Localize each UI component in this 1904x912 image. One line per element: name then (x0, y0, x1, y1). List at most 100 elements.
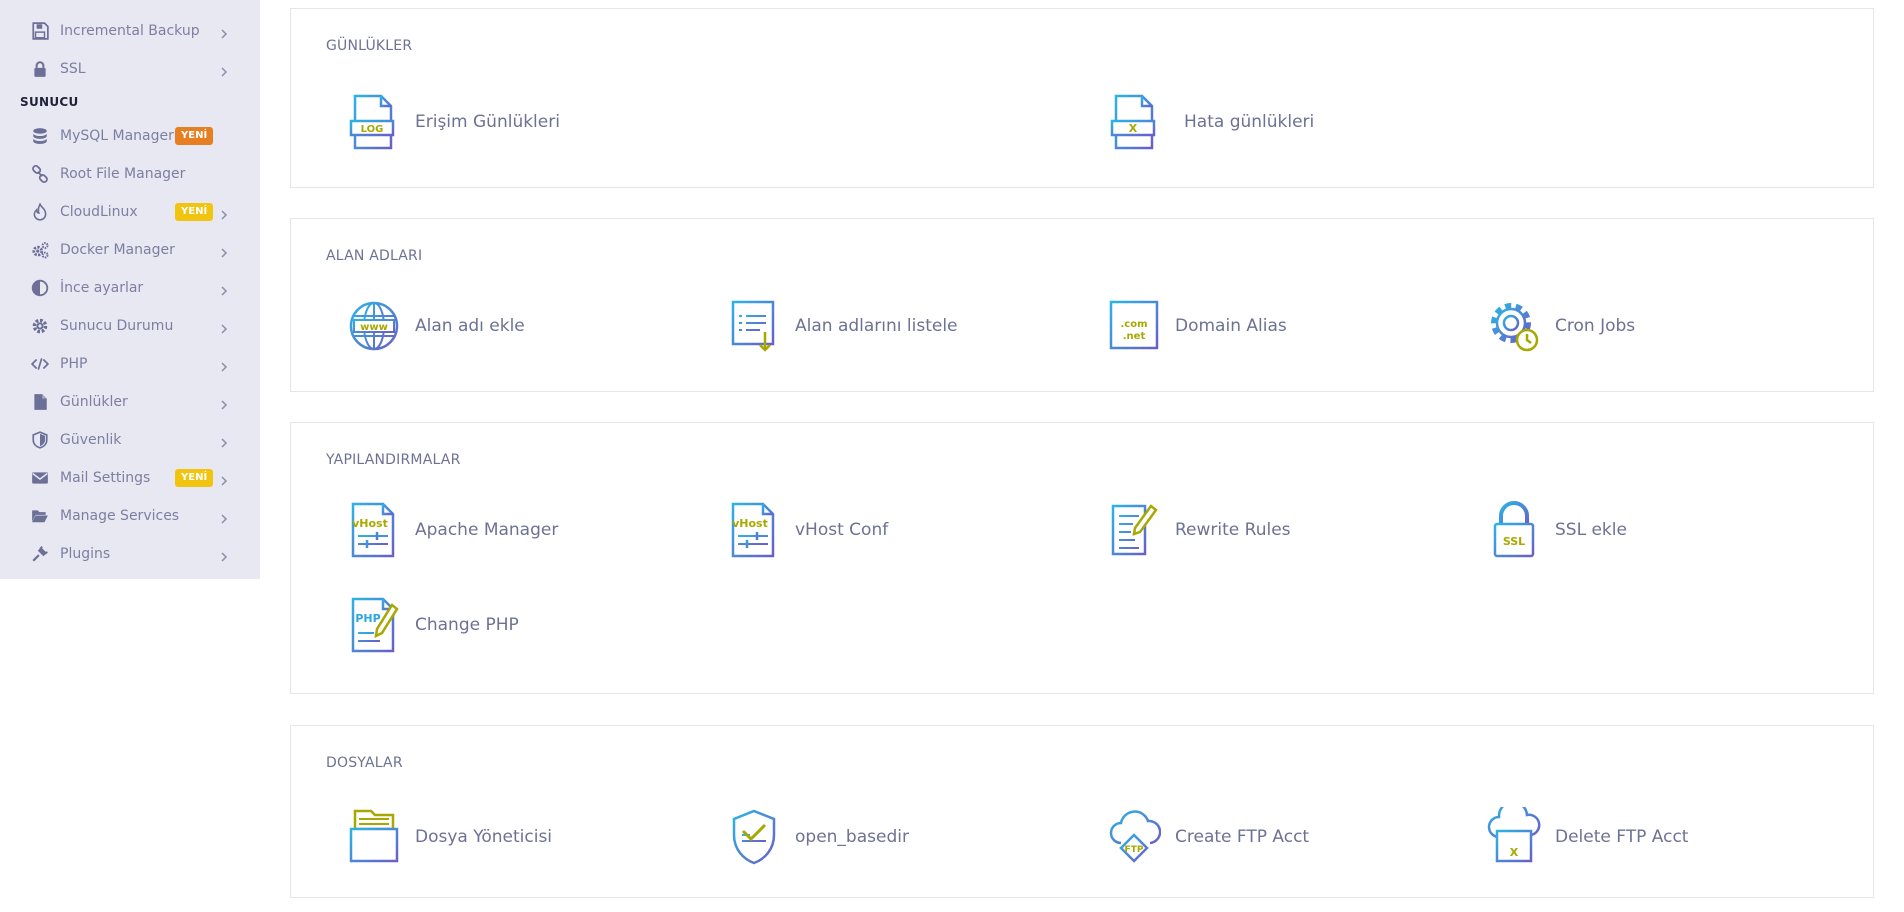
tile-create-ftp-acct[interactable]: FTP Create FTP Acct (1107, 807, 1309, 867)
folder-open-icon (30, 506, 50, 526)
chevron-right-icon (218, 548, 230, 562)
sidebar-item-mail-settings[interactable]: Mail Settings YENİ (0, 460, 260, 496)
tile-rewrite-rules[interactable]: Rewrite Rules (1107, 500, 1291, 560)
vhost-file-icon: vHost (727, 500, 781, 560)
icon-text: FTP (1125, 845, 1144, 855)
sidebar-item-root-file-manager[interactable]: Root File Manager (0, 156, 260, 192)
sidebar-item-label: Mail Settings (60, 470, 151, 486)
chevron-right-icon (218, 358, 230, 372)
tile-label: Hata günlükleri (1184, 112, 1315, 132)
sidebar-item-gunlukler[interactable]: Günlükler (0, 384, 260, 420)
domain-browser-icon: .com .net (1107, 296, 1161, 356)
icon-text: X (1510, 846, 1519, 859)
edit-document-icon (1107, 500, 1161, 560)
tile-label: Erişim Günlükleri (415, 112, 560, 132)
icon-text: vHost (732, 517, 768, 530)
section-alan-adlari: ALAN ADLARI www Alan adı ekle Alan adlar… (290, 218, 1874, 392)
tile-label: open_basedir (795, 827, 909, 847)
database-icon (30, 126, 50, 146)
sidebar-item-label: Güvenlik (60, 432, 122, 448)
icon-text: www (360, 322, 388, 333)
tile-label: Domain Alias (1175, 316, 1287, 336)
section-title: GÜNLÜKLER (326, 38, 413, 54)
tile-ssl-ekle[interactable]: SSL SSL ekle (1487, 500, 1627, 560)
file-icon (30, 392, 50, 412)
new-badge: YENİ (175, 203, 214, 221)
icon-text: X (1129, 122, 1138, 135)
tile-label: Dosya Yöneticisi (415, 827, 553, 847)
tile-alan-adlarini-listele[interactable]: Alan adlarını listele (727, 296, 958, 356)
sidebar-item-cloudlinux[interactable]: CloudLinux YENİ (0, 194, 260, 230)
tile-label: vHost Conf (795, 520, 889, 540)
chevron-right-icon (218, 510, 230, 524)
chevron-right-icon (218, 396, 230, 410)
sidebar-item-ssl[interactable]: SSL (0, 51, 260, 87)
section-gunlukler: GÜNLÜKLER LOG Erişim Günlükleri X Hata g… (290, 8, 1874, 188)
sidebar-item-mysql-manager[interactable]: MySQL Manager YENİ (0, 118, 260, 154)
tile-label: SSL ekle (1555, 520, 1627, 540)
tile-hata-gunlukleri[interactable]: X Hata günlükleri (1108, 92, 1314, 152)
sidebar-item-label: Incremental Backup (60, 23, 200, 39)
icon-text: vHost (352, 517, 388, 530)
sidebar-item-ince-ayarlar[interactable]: İnce ayarlar (0, 270, 260, 306)
tile-label: Cron Jobs (1555, 316, 1636, 336)
error-file-icon: X (1108, 92, 1162, 152)
icon-text: SSL (1503, 535, 1525, 548)
cloud-ftp-icon: FTP (1107, 807, 1161, 867)
sidebar-item-guvenlik[interactable]: Güvenlik (0, 422, 260, 458)
shield-check-icon (727, 807, 781, 867)
tile-open-basedir[interactable]: open_basedir (727, 807, 909, 867)
sidebar-item-plugins[interactable]: Plugins (0, 536, 260, 572)
section-title: DOSYALAR (326, 755, 403, 771)
sidebar-item-label: MySQL Manager (60, 128, 174, 144)
code-icon (30, 354, 50, 374)
cogs-icon (30, 240, 50, 260)
link-icon (30, 164, 50, 184)
ssl-lock-icon: SSL (1487, 500, 1541, 560)
plug-icon (30, 544, 50, 564)
cloud-delete-icon: X (1487, 807, 1541, 867)
chevron-right-icon (218, 282, 230, 296)
sidebar-item-label: Günlükler (60, 394, 128, 410)
chevron-right-icon (218, 206, 230, 220)
sidebar-item-label: Manage Services (60, 508, 180, 524)
tile-apache-manager[interactable]: vHost Apache Manager (347, 500, 558, 560)
sidebar-item-docker-manager[interactable]: Docker Manager (0, 232, 260, 268)
tile-domain-alias[interactable]: .com .net Domain Alias (1107, 296, 1287, 356)
new-badge: YENİ (175, 469, 214, 487)
file-cabinet-icon (347, 807, 401, 867)
sidebar-item-manage-services[interactable]: Manage Services (0, 498, 260, 534)
sidebar-item-php[interactable]: PHP (0, 346, 260, 382)
tile-label: Alan adı ekle (415, 316, 525, 336)
gear-icon (30, 316, 50, 336)
sidebar-item-label: PHP (60, 356, 88, 372)
tile-cron-jobs[interactable]: Cron Jobs (1487, 296, 1635, 356)
sidebar: Incremental Backup SSL SUNUCU MySQL Mana… (0, 0, 260, 579)
tile-label: Change PHP (415, 615, 519, 635)
section-dosyalar: DOSYALAR Dosya Yöneticisi open_basedir F… (290, 725, 1874, 898)
tile-delete-ftp-acct[interactable]: X Delete FTP Acct (1487, 807, 1688, 867)
tile-dosya-yoneticisi[interactable]: Dosya Yöneticisi (347, 807, 552, 867)
list-document-icon (727, 296, 781, 356)
tile-vhost-conf[interactable]: vHost vHost Conf (727, 500, 888, 560)
sidebar-item-incremental-backup[interactable]: Incremental Backup (0, 13, 260, 49)
chevron-right-icon (218, 472, 230, 486)
icon-text: .net (1123, 331, 1146, 342)
sidebar-item-label: SSL (60, 61, 86, 77)
sidebar-item-sunucu-durumu[interactable]: Sunucu Durumu (0, 308, 260, 344)
vhost-file-icon: vHost (347, 500, 401, 560)
section-title: ALAN ADLARI (326, 248, 423, 264)
envelope-icon (30, 468, 50, 488)
php-file-icon: PHP (347, 595, 401, 655)
icon-text: LOG (361, 124, 384, 135)
section-title: YAPILANDIRMALAR (326, 452, 461, 468)
sidebar-item-label: Sunucu Durumu (60, 318, 174, 334)
tile-label: Apache Manager (415, 520, 559, 540)
chevron-right-icon (218, 434, 230, 448)
chevron-right-icon (218, 25, 230, 39)
tile-alan-adi-ekle[interactable]: www Alan adı ekle (347, 296, 525, 356)
chevron-right-icon (218, 320, 230, 334)
shield-icon (30, 430, 50, 450)
tile-change-php[interactable]: PHP Change PHP (347, 595, 519, 655)
tile-erisim-gunlukleri[interactable]: LOG Erişim Günlükleri (347, 92, 560, 152)
